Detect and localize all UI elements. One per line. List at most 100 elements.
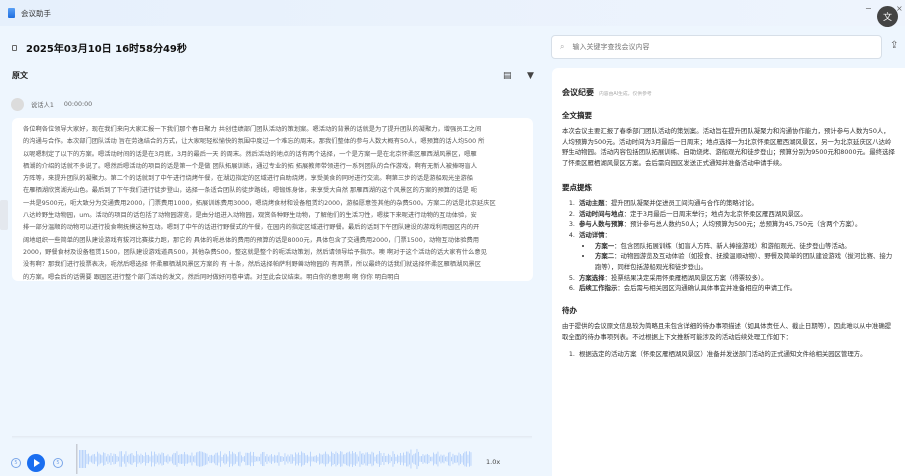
search-input[interactable]: [572, 43, 853, 51]
speaker-timestamp[interactable]: 00:00:00: [64, 101, 92, 108]
rewind-button[interactable]: 5: [11, 458, 21, 468]
playback-speed[interactable]: 1.0x: [486, 458, 500, 466]
waveform-bar: [266, 454, 268, 464]
waveform-bar: [467, 454, 469, 464]
waveform-bar: [154, 451, 155, 467]
waveform-bar: [448, 452, 449, 466]
minimize-button[interactable]: −: [865, 4, 872, 13]
waveform-bar: [274, 454, 275, 464]
waveform-bar: [202, 451, 203, 467]
waveform-bar: [95, 456, 97, 462]
waveform-scrubber[interactable]: [76, 444, 474, 474]
key-point: 方案选择：投票结果决定采用怀柔雁栖湖风景区方案（得票较多）。: [577, 273, 895, 284]
transcript-line: 栖湖的介绍的话就不多说了。嗯然后嗯活动的项目的话是第一个是做 团队拓展训练，通过…: [23, 162, 477, 170]
waveform-bar: [85, 450, 86, 468]
waveform-bar: [359, 451, 361, 467]
waveform-bar: [208, 456, 209, 462]
left-scroll-handle[interactable]: [0, 200, 8, 230]
waveform-bar: [152, 455, 154, 463]
waveform-bar: [226, 454, 227, 464]
waveform-bar: [176, 451, 178, 467]
waveform-bar: [215, 452, 217, 466]
waveform-bar: [368, 453, 370, 465]
key-point-text: ：定于3月最后一日周末举行；地点为北京怀柔区雁西湖风景区。: [623, 209, 807, 218]
waveform-bar: [175, 453, 176, 465]
points-title: 要点提炼: [562, 182, 592, 192]
waveform-bar: [391, 456, 392, 462]
waveform-bar: [352, 451, 353, 467]
waveform-bar: [443, 454, 445, 464]
waveform-bar: [182, 454, 184, 464]
waveform-bar: [446, 456, 448, 462]
waveform-bar: [128, 454, 130, 464]
waveform-bar: [376, 454, 377, 464]
waveform-bar: [430, 456, 431, 462]
waveform-bar: [200, 451, 202, 467]
waveform-bar: [281, 456, 283, 462]
waveform-bar: [143, 456, 145, 462]
waveform-bar: [155, 454, 157, 464]
waveform-bar: [118, 456, 119, 462]
waveform-bar: [233, 453, 235, 465]
rewind-icon: 5: [14, 460, 18, 466]
waveform-bar: [464, 451, 466, 467]
waveform-bar: [209, 455, 211, 463]
play-button[interactable]: [27, 454, 45, 472]
waveform-bar: [125, 451, 127, 467]
waveform-bar: [166, 455, 167, 463]
waveform-bar: [421, 456, 422, 462]
waveform-bar: [115, 454, 116, 464]
waveform-bar: [244, 456, 245, 462]
detail-label: 方案二: [595, 252, 615, 261]
waveform-bar: [301, 451, 302, 467]
waveform-bar: [94, 453, 95, 465]
waveform-bar: [331, 451, 332, 467]
search-box[interactable]: ⌕: [551, 35, 882, 59]
waveform-bar: [269, 455, 271, 463]
waveform-bar: [409, 453, 410, 465]
ai-note: 内容由AI生成，仅供参考: [599, 92, 652, 97]
export-icon[interactable]: ⇪: [890, 40, 898, 51]
waveform-bar: [392, 451, 394, 467]
waveform-bar: [277, 455, 278, 463]
waveform-bar: [116, 455, 118, 463]
key-point: 后续工作指示：会后需与相关园区沟通确认具体事宜并准备相应的申请工作。: [577, 283, 895, 294]
points-list: 活动主题：提升团队凝聚并促进员工间沟通与合作的策略讨论。活动时间与地点：定于3月…: [577, 198, 895, 294]
waveform-bar: [433, 452, 434, 466]
waveform-bar: [439, 456, 440, 462]
waveform-bar: [442, 455, 443, 463]
waveform-bar: [164, 456, 166, 462]
waveform-bar: [343, 454, 344, 464]
waveform-bar: [197, 451, 199, 467]
waveform-bar: [158, 453, 160, 465]
waveform-bar: [184, 451, 185, 467]
waveform-bar: [82, 450, 83, 468]
speaker-row: 说话人1 00:00:00: [11, 98, 102, 111]
todo-title: 待办: [562, 306, 577, 316]
document-icon[interactable]: ▤: [503, 71, 512, 81]
waveform-bar: [220, 451, 221, 467]
waveform-bar: [260, 453, 262, 465]
waveform-bar: [262, 452, 263, 466]
waveform-bar: [86, 454, 88, 464]
playhead[interactable]: [76, 444, 78, 474]
waveform-bar: [113, 453, 115, 465]
waveform-bar: [97, 451, 98, 467]
translate-button[interactable]: 文: [877, 6, 898, 27]
waveform-bar: [190, 455, 191, 463]
forward-button[interactable]: 5: [53, 458, 63, 468]
filter-icon[interactable]: ▼: [527, 71, 534, 81]
waveform-bar: [410, 449, 412, 469]
waveform-bar: [377, 454, 379, 464]
title-bar: 会议助手: [0, 0, 905, 26]
waveform-bar: [418, 451, 419, 467]
waveform-bar: [364, 454, 365, 464]
waveform-bar: [254, 455, 256, 463]
waveform-bar: [169, 456, 170, 462]
waveform-bar: [308, 456, 310, 462]
waveform-bar: [362, 453, 364, 465]
waveform-bar: [235, 454, 236, 464]
waveform-bar: [268, 456, 269, 462]
waveform-bar: [370, 454, 371, 464]
key-point-label: 活动详情: [579, 230, 605, 239]
